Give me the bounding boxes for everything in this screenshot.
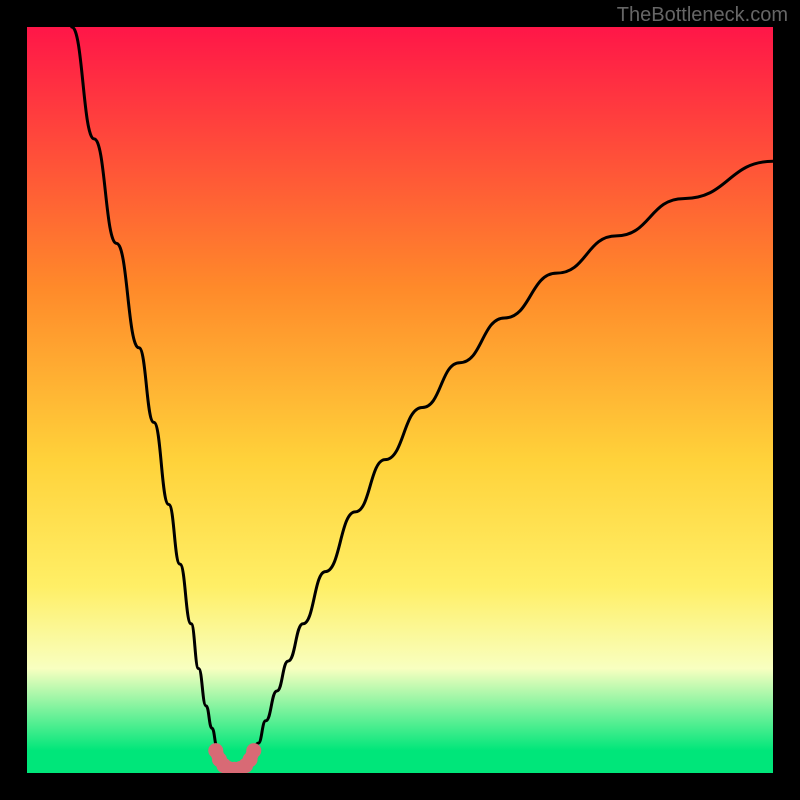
valley-marker-dot	[246, 743, 261, 758]
chart-area	[27, 27, 773, 773]
watermark-text: TheBottleneck.com	[617, 4, 788, 27]
right-curve	[247, 161, 773, 765]
left-curve	[72, 27, 225, 766]
curve-layer	[27, 27, 773, 773]
valley-marker-dots	[208, 743, 261, 773]
